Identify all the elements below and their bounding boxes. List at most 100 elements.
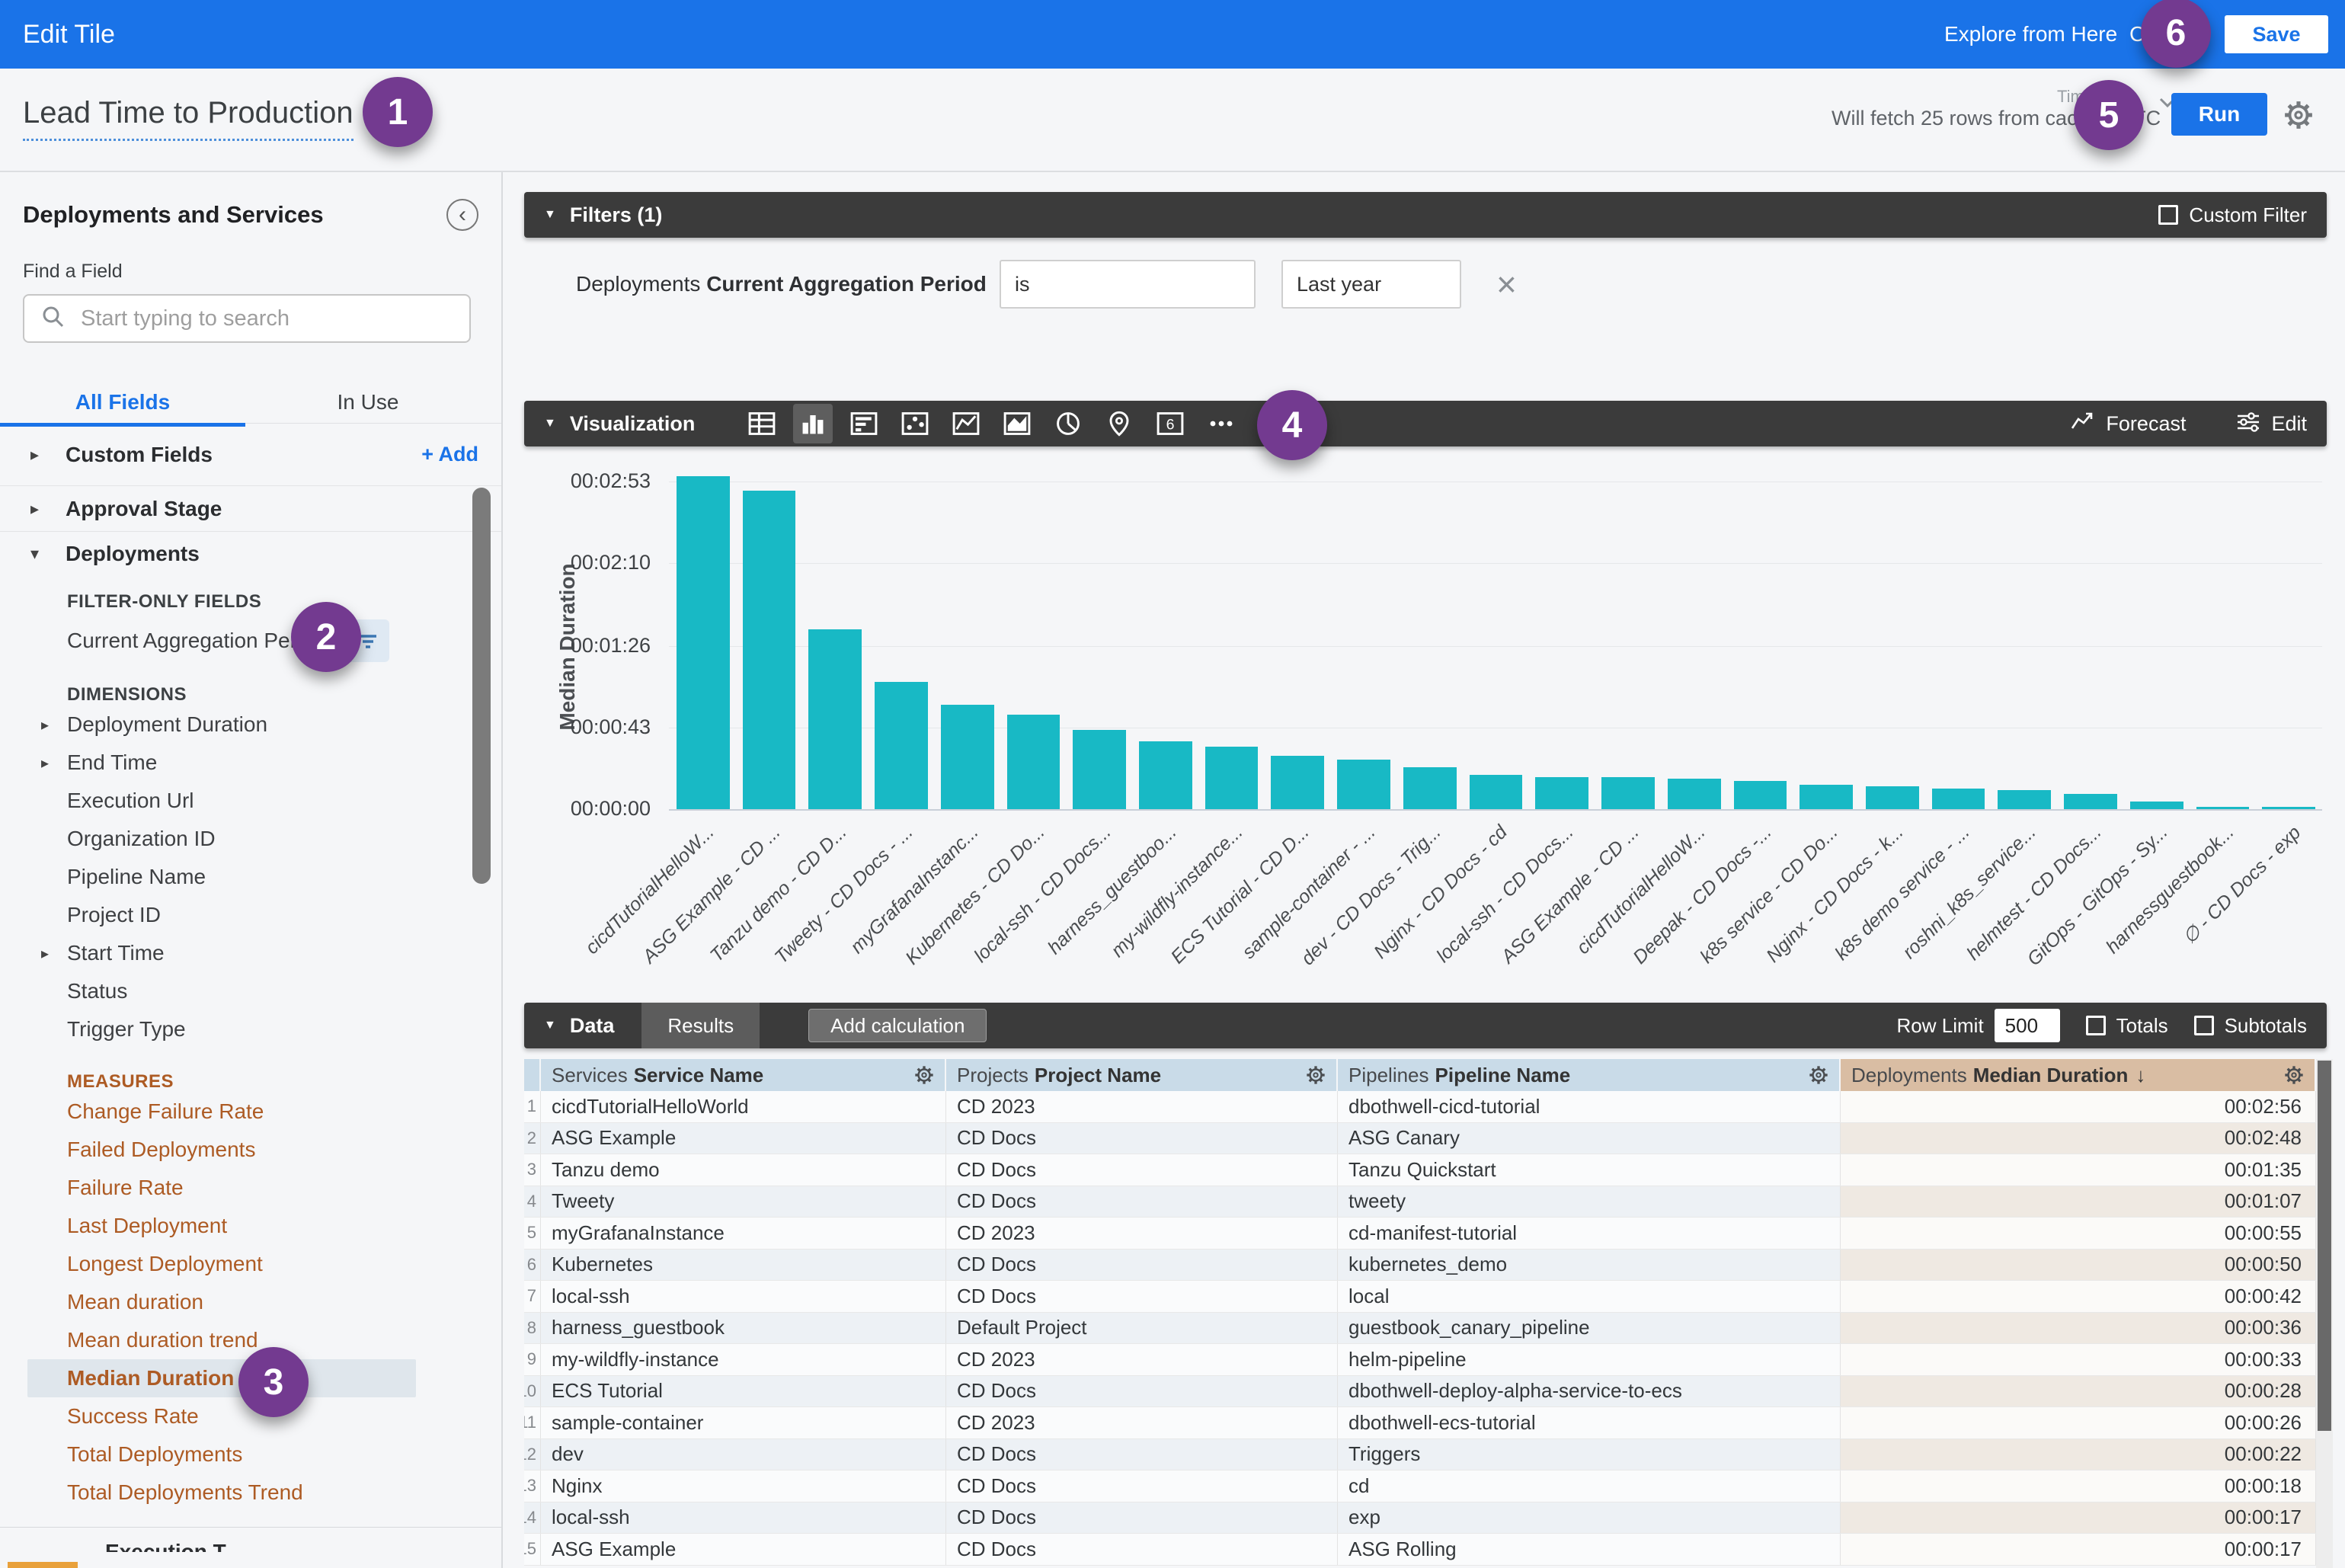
field-trigger-type[interactable]: Trigger Type [0, 1010, 501, 1048]
column-chart-icon[interactable] [793, 404, 833, 443]
totals-checkbox[interactable] [2086, 1016, 2106, 1035]
field-current-aggregation-period[interactable]: Current Aggregation Period [0, 617, 501, 664]
filter-value-select[interactable]: Last year [1281, 260, 1461, 309]
explore-from-here-link[interactable]: Explore from Here [1944, 0, 2117, 69]
gear-icon[interactable] [2281, 98, 2325, 133]
field-status[interactable]: Status [0, 972, 501, 1010]
bar-2[interactable] [743, 491, 796, 809]
field-mean-duration-trend[interactable]: Mean duration trend [0, 1321, 501, 1359]
field-longest-deployment[interactable]: Longest Deployment [0, 1245, 501, 1283]
table-row-10[interactable]: 10ECS TutorialCD Docsdbothwell-deploy-al… [524, 1376, 2333, 1408]
bar-16[interactable] [1668, 779, 1721, 809]
table-scrollbar[interactable] [2316, 1059, 2333, 1568]
bar-24[interactable] [2196, 807, 2250, 809]
bar-23[interactable] [2130, 802, 2183, 809]
field-mean-duration[interactable]: Mean duration [0, 1283, 501, 1321]
table-row-12[interactable]: 12devCD DocsTriggers00:00:22 [524, 1439, 2333, 1471]
row-limit-input[interactable] [1995, 1009, 2060, 1042]
bar-6[interactable] [1007, 715, 1061, 809]
field-end-time[interactable]: ▸End Time [0, 744, 501, 782]
sidebar-group-approval-stage[interactable]: ▸ Approval Stage [0, 486, 501, 532]
bar-18[interactable] [1800, 785, 1853, 809]
field-last-deployment[interactable]: Last Deployment [0, 1207, 501, 1245]
bar-17[interactable] [1734, 781, 1787, 809]
field-total-deployments[interactable]: Total Deployments [0, 1435, 501, 1474]
area-chart-icon[interactable] [997, 404, 1037, 443]
bar-1[interactable] [677, 476, 730, 809]
bar-8[interactable] [1139, 741, 1192, 809]
bar-19[interactable] [1866, 786, 1919, 809]
field-search-box[interactable] [23, 294, 471, 343]
gear-icon[interactable] [1304, 1064, 1327, 1086]
table-row-5[interactable]: 5myGrafanaInstanceCD 2023cd-manifest-tut… [524, 1218, 2333, 1250]
bar-4[interactable] [875, 682, 928, 809]
collapse-triangle-icon[interactable]: ▼ [544, 1019, 556, 1032]
table-row-13[interactable]: 13NginxCD Docscd00:00:18 [524, 1470, 2333, 1502]
table-row-6[interactable]: 6KubernetesCD Docskubernetes_demo00:00:5… [524, 1250, 2333, 1282]
table-row-4[interactable]: 4TweetyCD Docstweety00:01:07 [524, 1186, 2333, 1218]
field-search-input[interactable] [81, 306, 446, 331]
bar-14[interactable] [1535, 777, 1588, 809]
caret-right-icon[interactable]: ▸ [41, 715, 49, 734]
caret-right-icon[interactable]: ▸ [30, 499, 66, 519]
field-project-id[interactable]: Project ID [0, 896, 501, 934]
field-failed-deployments[interactable]: Failed Deployments [0, 1131, 501, 1169]
bar-13[interactable] [1470, 775, 1523, 809]
caret-down-icon[interactable]: ▾ [30, 544, 66, 564]
add-calculation-button[interactable]: Add calculation [808, 1009, 987, 1042]
table-row-7[interactable]: 7local-sshCD Docslocal00:00:42 [524, 1281, 2333, 1313]
scatterplot-icon[interactable] [895, 404, 935, 443]
caret-right-icon[interactable]: ▸ [41, 754, 49, 773]
gear-icon[interactable] [2283, 1064, 2305, 1086]
remove-filter-icon[interactable]: × [1496, 267, 1517, 302]
field-pipeline-name[interactable]: Pipeline Name [0, 858, 501, 896]
table-row-11[interactable]: 11sample-containerCD 2023dbothwell-ecs-t… [524, 1407, 2333, 1439]
bar-21[interactable] [1998, 790, 2051, 809]
edit-visualization-button[interactable]: Edit [2235, 408, 2307, 440]
single-value-icon[interactable]: 6 [1150, 404, 1190, 443]
tile-title[interactable]: Lead Time to Production [23, 96, 354, 130]
forecast-button[interactable]: Forecast [2069, 408, 2186, 440]
field-total-deployments-trend[interactable]: Total Deployments Trend [0, 1474, 501, 1512]
tab-all-fields[interactable]: All Fields [0, 386, 245, 419]
column-header-pipeline-name[interactable]: PipelinesPipeline Name [1338, 1059, 1841, 1091]
sidebar-group-custom-fields[interactable]: ▸ Custom Fields + Add [0, 424, 501, 486]
collapse-triangle-icon[interactable]: ▼ [544, 208, 556, 222]
bar-20[interactable] [1932, 789, 1985, 809]
run-button[interactable]: Run [2171, 93, 2267, 136]
table-row-1[interactable]: 1cicdTutorialHelloWorldCD 2023dbothwell-… [524, 1091, 2333, 1123]
field-median-duration[interactable]: Median Duration [27, 1359, 416, 1397]
bar-7[interactable] [1073, 730, 1126, 809]
table-row-14[interactable]: 14local-sshCD Docsexp00:00:17 [524, 1502, 2333, 1534]
table-row-3[interactable]: 3Tanzu demoCD DocsTanzu Quickstart00:01:… [524, 1154, 2333, 1186]
bar-9[interactable] [1205, 747, 1259, 809]
bar-15[interactable] [1601, 777, 1655, 809]
custom-filter-checkbox[interactable] [2158, 205, 2178, 225]
caret-right-icon[interactable]: ▸ [30, 445, 66, 465]
save-button[interactable]: Save [2225, 15, 2328, 53]
bar-3[interactable] [808, 629, 862, 809]
bar-25[interactable] [2262, 807, 2315, 809]
add-custom-field-link[interactable]: + Add [421, 443, 478, 466]
table-row-2[interactable]: 2ASG ExampleCD DocsASG Canary00:02:48 [524, 1123, 2333, 1155]
sidebar-group-deployments[interactable]: ▾ Deployments 2 [0, 532, 501, 576]
map-pin-icon[interactable] [1099, 404, 1139, 443]
column-header-median-duration[interactable]: DeploymentsMedian Duration ↓ [1841, 1059, 2316, 1091]
gear-icon[interactable] [1807, 1064, 1830, 1086]
bar-10[interactable] [1271, 756, 1324, 809]
field-change-failure-rate[interactable]: Change Failure Rate [0, 1093, 501, 1131]
line-chart-icon[interactable] [946, 404, 986, 443]
more-options-icon[interactable] [1201, 404, 1241, 443]
subtotals-checkbox[interactable] [2194, 1016, 2214, 1035]
field-start-time[interactable]: ▸Start Time [0, 934, 501, 972]
field-failure-rate[interactable]: Failure Rate [0, 1169, 501, 1207]
caret-right-icon[interactable]: ▸ [41, 944, 49, 963]
field-execution-url[interactable]: Execution Url [0, 782, 501, 820]
field-organization-id[interactable]: Organization ID [0, 820, 501, 858]
filter-operator-select[interactable]: is [1000, 260, 1256, 309]
bar-12[interactable] [1403, 767, 1457, 809]
table-row-8[interactable]: 8harness_guestbookDefault Projectguestbo… [524, 1313, 2333, 1345]
bar-11[interactable] [1337, 760, 1390, 809]
bar-chart-icon[interactable] [844, 404, 884, 443]
bar-5[interactable] [941, 705, 994, 809]
